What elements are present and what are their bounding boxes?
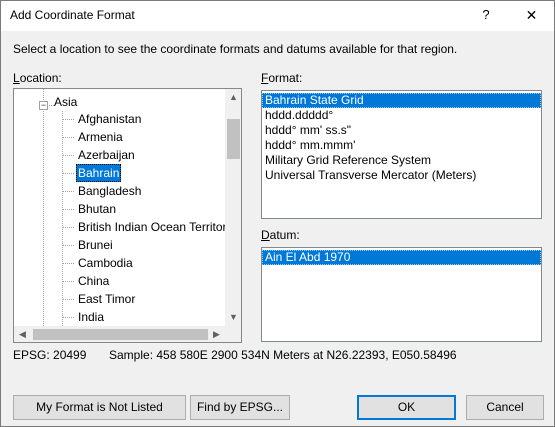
close-icon[interactable]: ✕ <box>509 1 554 31</box>
location-tree-viewport: − Asia Afghanistan Armenia Azerbaijan Bahra… <box>14 89 225 326</box>
datum-label: Datum: <box>261 228 300 242</box>
format-option[interactable]: Military Grid Reference System <box>262 153 541 168</box>
collapse-icon[interactable]: − <box>39 101 48 110</box>
tree-guide-branch <box>63 263 74 264</box>
format-listbox[interactable]: Bahrain State Grid hddd.ddddd° hddd° mm' s… <box>261 90 542 219</box>
add-coordinate-format-dialog: Add Coordinate Format ? ✕ Select a locat… <box>0 0 555 427</box>
format-not-listed-button[interactable]: My Format is Not Listed <box>13 395 186 420</box>
format-option[interactable]: hddd° mm' ss.s" <box>262 123 541 138</box>
tree-node-label: Cambodia <box>78 256 133 270</box>
tree-guide-branch <box>63 155 74 156</box>
title-bar: Add Coordinate Format ? ✕ <box>1 1 554 31</box>
tree-guide-branch <box>63 173 74 174</box>
tree-guide-branch <box>63 191 74 192</box>
tree-node-label: Bahrain <box>76 164 122 182</box>
datum-listbox[interactable]: Ain El Abd 1970 <box>261 247 542 342</box>
tree-guide-branch <box>63 245 74 246</box>
tree-node[interactable]: Brunei <box>14 236 225 254</box>
tree-node-label: Brunei <box>78 238 113 252</box>
tree-guide-branch <box>63 317 74 318</box>
scrollbar-corner <box>225 326 241 342</box>
scroll-up-icon[interactable]: ▲ <box>225 89 241 106</box>
cancel-button[interactable]: Cancel <box>466 395 544 420</box>
tree-node-label: Armenia <box>78 130 123 144</box>
tree-node-label: Afghanistan <box>78 112 142 126</box>
tree-node-label: China <box>78 274 110 288</box>
horizontal-scroll-thumb[interactable] <box>33 329 208 340</box>
tree-node[interactable]: Azerbaijan <box>14 146 225 164</box>
datum-label-accel: D <box>261 228 270 242</box>
tree-node[interactable]: India <box>14 308 225 326</box>
format-option[interactable]: Universal Transverse Mercator (Meters) <box>262 168 541 183</box>
tree-node[interactable]: Cambodia <box>14 254 225 272</box>
tree-guide-branch <box>63 209 74 210</box>
dialog-title: Add Coordinate Format <box>10 8 135 22</box>
help-icon[interactable]: ? <box>463 1 509 31</box>
scroll-right-icon[interactable]: ▶ <box>208 326 225 342</box>
scroll-down-icon[interactable]: ▼ <box>225 309 241 326</box>
tree-node[interactable]: Bahrain <box>14 164 225 182</box>
tree-node[interactable]: Armenia <box>14 128 225 146</box>
tree-node-label: Bangladesh <box>78 184 142 198</box>
tree-guide-branch <box>63 299 74 300</box>
datum-option[interactable]: Ain El Abd 1970 <box>262 250 541 265</box>
location-label-accel: L <box>13 71 20 85</box>
instruction-text: Select a location to see the coordinate … <box>13 42 458 56</box>
tree-vertical-scrollbar[interactable]: ▲ ▼ <box>225 89 241 326</box>
find-by-epsg-button[interactable]: Find by EPSG... <box>190 395 290 420</box>
tree-node-label: Bhutan <box>78 202 117 216</box>
location-label: Location: <box>13 71 62 85</box>
tree-node-label: British Indian Ocean Territor <box>78 220 225 234</box>
tree-node[interactable]: Afghanistan <box>14 110 225 128</box>
format-option[interactable]: Bahrain State Grid <box>262 93 541 108</box>
datum-label-text: atum: <box>269 228 300 242</box>
tree-node[interactable]: East Timor <box>14 290 225 308</box>
tree-guide-branch <box>63 227 74 228</box>
format-label-text: ormat: <box>268 71 303 85</box>
format-option[interactable]: hddd° mm.mmm' <box>262 138 541 153</box>
scroll-left-icon[interactable]: ◀ <box>14 326 31 342</box>
tree-node[interactable]: Bangladesh <box>14 182 225 200</box>
tree-guide-branch <box>63 119 74 120</box>
tree-node[interactable]: British Indian Ocean Territor <box>14 218 225 236</box>
tree-guide-branch <box>63 137 74 138</box>
format-option[interactable]: hddd.ddddd° <box>262 108 541 123</box>
tree-node-label: East Timor <box>78 292 136 306</box>
ok-button[interactable]: OK <box>357 395 456 420</box>
vertical-scroll-thumb[interactable] <box>227 119 240 159</box>
tree-node-label: Azerbaijan <box>78 148 135 162</box>
tree-node-label: India <box>78 310 105 324</box>
tree-horizontal-scrollbar[interactable]: ◀ ▶ <box>14 326 225 342</box>
tree-node[interactable]: China <box>14 272 225 290</box>
epsg-code: EPSG: 20499 <box>13 348 87 362</box>
tree-node[interactable]: Bhutan <box>14 200 225 218</box>
location-tree[interactable]: − Asia Afghanistan Armenia Azerbaijan Bahra… <box>13 88 242 343</box>
format-label: Format: <box>261 71 302 85</box>
sample-coordinate: Sample: 458 580E 2900 534N Meters at N26… <box>109 348 457 362</box>
tree-node-asia[interactable]: Asia <box>54 95 77 109</box>
tree-guide-branch <box>63 281 74 282</box>
location-label-text: ocation: <box>19 71 62 85</box>
